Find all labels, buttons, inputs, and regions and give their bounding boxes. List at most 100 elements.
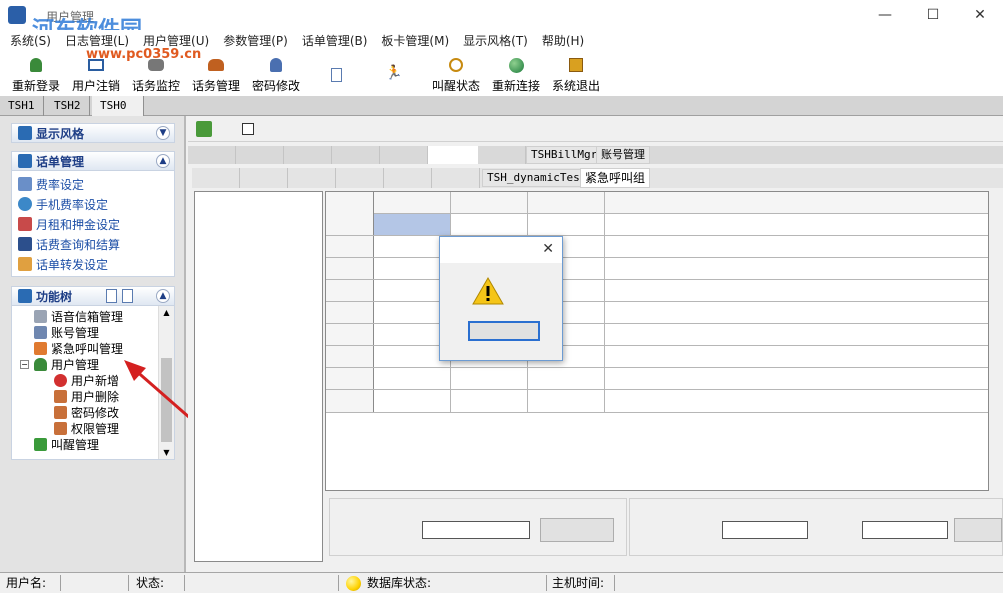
data-grid[interactable] [325, 191, 989, 491]
main-toolbar [188, 116, 1003, 142]
tab-tsh0[interactable]: TSH0 [92, 96, 144, 116]
dialog-ok-button[interactable] [468, 321, 540, 341]
checkbox-icon[interactable] [242, 123, 254, 135]
export-icon[interactable] [196, 121, 212, 137]
bill-panel-header[interactable]: 话单管理 ▲ [11, 151, 175, 171]
scroll-down-icon[interactable]: ▼ [159, 446, 174, 459]
status-divider [60, 575, 61, 591]
exit-button[interactable]: 系统退出 [548, 52, 604, 94]
link-rate-setting[interactable]: 费率设定 [12, 174, 174, 194]
tab-emergency-group[interactable]: 紧急呼叫组 [580, 168, 651, 188]
tab-tsh-bill-mgr[interactable]: TSHBillMgr [526, 146, 603, 164]
dialog-header: ✕ [440, 237, 562, 263]
minimize-button[interactable]: — [862, 0, 908, 30]
wakeup-status-button[interactable]: 叫醒状态 [428, 52, 484, 94]
blank-tab[interactable] [432, 168, 480, 188]
menu-style[interactable]: 显示风格(T) [463, 32, 528, 49]
link-bill-forward[interactable]: 话单转发设定 [12, 254, 174, 274]
chevron-up-icon[interactable]: ▲ [156, 154, 170, 168]
grid-row-line [326, 324, 988, 346]
bill-icon [18, 154, 32, 168]
new-doc-button[interactable] [324, 52, 348, 94]
blank-tab[interactable] [384, 168, 432, 188]
tree-item-emergency[interactable]: 紧急呼叫管理 [12, 340, 174, 356]
chevron-up-icon[interactable]: ▲ [156, 289, 170, 303]
collapse-icon[interactable]: − [20, 359, 29, 369]
text-field[interactable] [722, 521, 808, 539]
menu-help[interactable]: 帮助(H) [542, 32, 584, 49]
grid-row-line [326, 346, 988, 368]
grid-row-line [326, 280, 988, 302]
tab-header-row-1: TSHBillMgr 账号管理 [188, 146, 1003, 164]
tab-tsh-dynamic-test[interactable]: TSH_dynamicTest [482, 169, 592, 187]
chevron-down-icon[interactable]: ▼ [156, 126, 170, 140]
status-divider [546, 575, 547, 591]
blank-tab[interactable] [380, 146, 428, 164]
table-icon [34, 325, 47, 339]
grid-row-line [326, 390, 988, 413]
blank-tab-active[interactable] [428, 146, 478, 164]
running-man-icon: 🏃 [385, 65, 403, 81]
menu-user[interactable]: 用户管理(U) [143, 32, 209, 49]
blank-tab[interactable] [236, 146, 284, 164]
document-icon[interactable] [122, 289, 133, 303]
relogin-button[interactable]: 重新登录 [8, 52, 64, 94]
tab-header-row-2: TSH_dynamicTest 紧急呼叫组 [192, 168, 1003, 188]
link-monthly-deposit[interactable]: 月租和押金设定 [12, 214, 174, 234]
document-icon[interactable] [106, 289, 117, 303]
close-icon[interactable]: ✕ [542, 241, 554, 257]
menu-bill[interactable]: 话单管理(B) [302, 32, 368, 49]
db-status-light-icon [346, 576, 361, 591]
status-divider [614, 575, 615, 591]
close-button[interactable]: ✕ [957, 0, 1003, 30]
status-divider [338, 575, 339, 591]
password-button[interactable]: 密码修改 [248, 52, 304, 94]
text-field[interactable] [422, 521, 530, 539]
action-button[interactable] [954, 518, 1002, 542]
function-icon [18, 237, 32, 251]
tree-panel-header[interactable]: 功能树 ▲ [11, 286, 175, 306]
blank-tab[interactable] [284, 146, 332, 164]
grid-row-line [326, 214, 988, 236]
exit-icon [566, 56, 586, 74]
style-panel-header[interactable]: 显示风格 ▼ [11, 123, 175, 143]
menu-params[interactable]: 参数管理(P) [223, 32, 288, 49]
handshake-icon [18, 257, 32, 271]
blank-tab[interactable] [332, 146, 380, 164]
tab-tsh2[interactable]: TSH2 [46, 96, 90, 116]
style-icon [18, 126, 32, 140]
group-list[interactable] [194, 191, 323, 562]
user-icon [26, 56, 46, 74]
action-button[interactable] [540, 518, 614, 542]
tab-tsh1[interactable]: TSH1 [0, 96, 44, 116]
music-note-icon [34, 437, 47, 451]
blank-tab[interactable] [240, 168, 288, 188]
tab-account-mgmt[interactable]: 账号管理 [596, 146, 650, 164]
left-sidebar: 显示风格 ▼ 话单管理 ▲ 费率设定 手机费率设定 月租和押金设定 话费查询和结… [0, 116, 186, 572]
link-bill-query[interactable]: 话费查询和结算 [12, 234, 174, 254]
lock-icon [54, 389, 67, 403]
blank-tab[interactable] [188, 146, 236, 164]
text-field[interactable] [862, 521, 948, 539]
bottom-panel-right [629, 498, 1003, 556]
user-key-icon [266, 56, 286, 74]
blank-tab[interactable] [192, 168, 240, 188]
blank-tab[interactable] [288, 168, 336, 188]
lock-icon [54, 421, 67, 435]
run-button[interactable]: 🏃 [382, 52, 406, 94]
tree-item-voicemail[interactable]: 语音信箱管理 [12, 308, 174, 324]
tree-item-account[interactable]: 账号管理 [12, 324, 174, 340]
blank-tab[interactable] [478, 146, 526, 164]
menu-log[interactable]: 日志管理(L) [65, 32, 129, 49]
grid-row-line [326, 302, 988, 324]
scroll-up-icon[interactable]: ▲ [159, 306, 174, 320]
reconnect-button[interactable]: 重新连接 [488, 52, 544, 94]
grid-row-line [326, 368, 988, 390]
link-mobile-rate[interactable]: 手机费率设定 [12, 194, 174, 214]
menu-system[interactable]: 系统(S) [10, 32, 51, 49]
maximize-button[interactable]: ☐ [910, 0, 956, 30]
bottom-panel-left [329, 498, 627, 556]
globe-icon [506, 56, 526, 74]
menu-board[interactable]: 板卡管理(M) [381, 32, 449, 49]
blank-tab[interactable] [336, 168, 384, 188]
